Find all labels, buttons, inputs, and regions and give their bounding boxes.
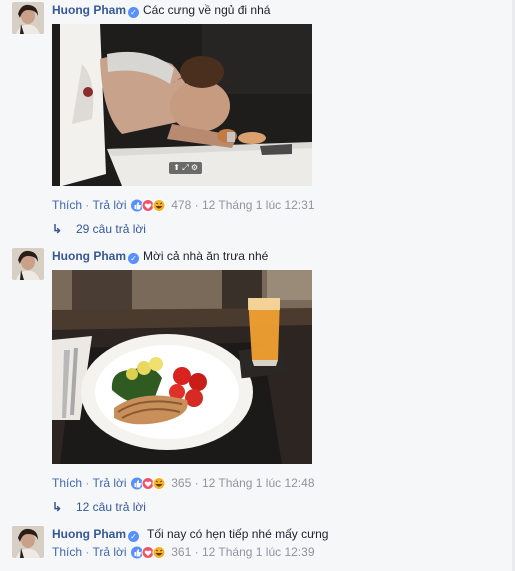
reactions[interactable] <box>130 199 167 216</box>
view-replies-link[interactable]: ↳ 29 câu trả lời <box>52 221 146 237</box>
author-name[interactable]: Huong Pham <box>52 3 126 17</box>
comment-body: Huong Pham ✓ Mời cả nhà ăn trưa nhé Thíc… <box>52 248 512 514</box>
comment-text: Tối nay có hẹn tiếp nhé mấy cưng <box>147 527 329 541</box>
author-name[interactable]: Huong Pham <box>52 249 126 263</box>
verified-badge-icon: ✓ <box>128 531 139 542</box>
avatar[interactable] <box>12 526 44 558</box>
like-link[interactable]: Thích <box>52 545 82 559</box>
reaction-count[interactable]: 361 <box>171 545 191 559</box>
haha-reaction-icon <box>152 199 166 212</box>
comment-photo[interactable]: ⬆ ⤢ ⚙ <box>52 24 312 186</box>
reply-arrow-icon: ↳ <box>52 500 63 514</box>
comment-body: Huong Pham ✓ Các cưng về ngủ đi nhá ⬆ ⤢ … <box>52 2 512 236</box>
verified-badge-icon: ✓ <box>128 7 139 18</box>
verified-badge-icon: ✓ <box>128 253 139 264</box>
reply-link[interactable]: Trả lời <box>92 476 126 490</box>
timestamp[interactable]: 12 Tháng 1 lúc 12:39 <box>202 545 315 559</box>
avatar[interactable] <box>12 2 44 34</box>
haha-reaction-icon <box>152 546 166 559</box>
reply-arrow-icon: ↳ <box>52 222 63 236</box>
comment-photo[interactable] <box>52 270 312 464</box>
reaction-count[interactable]: 365 <box>171 476 191 490</box>
reaction-count[interactable]: 478 <box>171 198 191 212</box>
timestamp[interactable]: 12 Tháng 1 lúc 12:48 <box>202 476 315 490</box>
like-link[interactable]: Thích <box>52 476 82 490</box>
haha-reaction-icon <box>152 477 166 490</box>
comment-actions: Thích · Trả lời 478 · 12 Tháng 1 lúc 12:… <box>52 197 315 213</box>
author-name[interactable]: Huong Pham <box>52 527 126 541</box>
comment-text: Mời cả nhà ăn trưa nhé <box>143 249 269 263</box>
love-reaction-icon <box>141 546 155 559</box>
comment-body: Huong Pham ✓ Tối nay có hẹn tiếp nhé mấy c… <box>52 526 512 559</box>
reactions[interactable] <box>130 546 167 563</box>
lunch-plate-photo-icon <box>52 270 312 464</box>
reply-link[interactable]: Trả lời <box>92 545 126 559</box>
comment-actions: Thích · Trả lời 361 · 12 Tháng 1 lúc 12:… <box>52 544 315 560</box>
photo-controls[interactable]: ⬆ ⤢ ⚙ <box>169 162 202 174</box>
comment-actions: Thích · Trả lời 365 · 12 Tháng 1 lúc 12:… <box>52 475 315 491</box>
love-reaction-icon <box>141 477 155 490</box>
love-reaction-icon <box>141 199 155 212</box>
like-link[interactable]: Thích <box>52 198 82 212</box>
timestamp[interactable]: 12 Tháng 1 lúc 12:31 <box>202 198 315 212</box>
like-reaction-icon <box>130 546 143 559</box>
like-reaction-icon <box>130 199 143 212</box>
view-replies-link[interactable]: ↳ 12 câu trả lời <box>52 499 146 515</box>
reactions[interactable] <box>130 477 167 494</box>
avatar[interactable] <box>12 248 44 280</box>
reply-link[interactable]: Trả lời <box>92 198 126 212</box>
like-reaction-icon <box>130 477 143 490</box>
comment-text: Các cưng về ngủ đi nhá <box>143 3 271 17</box>
